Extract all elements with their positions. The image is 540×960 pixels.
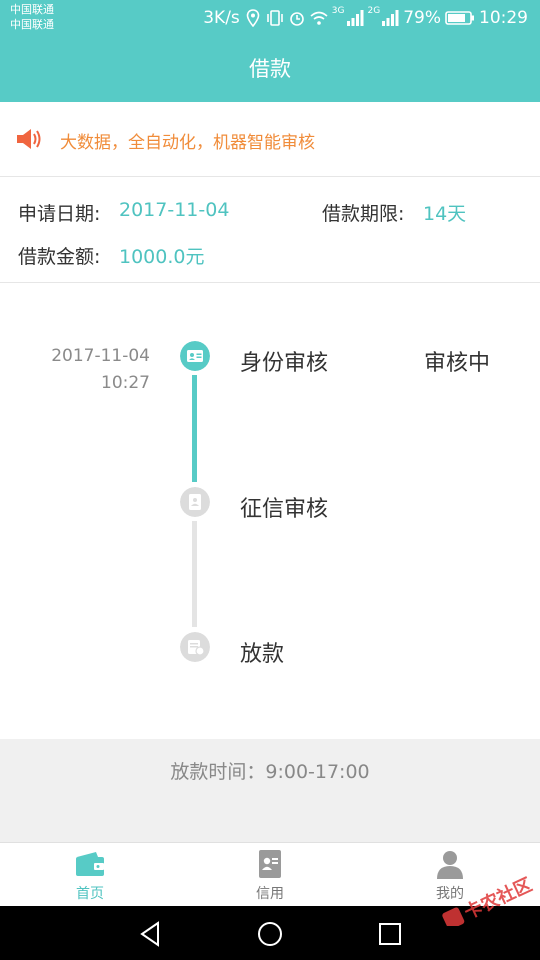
location-icon <box>246 9 260 27</box>
tab-home[interactable]: 首页 <box>0 843 180 907</box>
id-card-icon <box>180 341 210 371</box>
disbursement-hours: 放款时间：9:00-17:00 <box>0 739 540 842</box>
recents-icon[interactable] <box>375 919 405 949</box>
step-1-status: 审核中 <box>424 351 491 376</box>
loan-disburse-icon <box>180 632 210 662</box>
watermark-logo: 卡农社区 <box>442 873 536 930</box>
signal-2-label: 2G <box>367 6 381 16</box>
carrier-1: 中国联通 <box>10 3 54 16</box>
term-label: 借款期限: <box>322 203 405 225</box>
credit-report-icon <box>180 487 210 517</box>
watermark-text: 卡农社区 <box>461 876 536 924</box>
term-value: 14天 <box>423 203 467 225</box>
tab-home-label: 首页 <box>76 886 104 902</box>
battery-icon <box>445 11 474 25</box>
step-1-time: 10:27 <box>101 373 150 393</box>
back-icon[interactable] <box>136 919 166 949</box>
carrier-2: 中国联通 <box>10 18 54 31</box>
community-watermark: 卡农社区 <box>436 873 536 930</box>
notice-banner: 大数据，全自动化，机器智能审核 <box>0 102 540 177</box>
step-1-title: 身份审核 <box>240 351 329 376</box>
notice-text: 大数据，全自动化，机器智能审核 <box>60 133 315 153</box>
disbursement-hours-text: 放款时间：9:00-17:00 <box>170 761 370 783</box>
battery-percent: 79% <box>403 8 441 28</box>
loan-info: 申请日期: 2017-11-04 借款期限: 14天 借款金额: 1000.0元 <box>0 177 540 283</box>
page-title: 借款 <box>249 57 291 81</box>
tab-credit-label: 信用 <box>256 886 284 902</box>
review-timeline: 2017-11-04 10:27 身份审核 审核中 征信审核 放款 <box>0 283 540 739</box>
signal-1-label: 3G <box>331 6 345 16</box>
credit-doc-icon <box>259 850 281 878</box>
amount-label: 借款金额: <box>18 246 101 268</box>
step-2-title: 征信审核 <box>240 497 329 522</box>
amount-value: 1000.0元 <box>119 246 205 268</box>
apply-date-value: 2017-11-04 <box>119 199 230 221</box>
wallet-icon <box>76 852 104 876</box>
page-header: 借款 <box>0 36 540 102</box>
wifi-icon <box>310 11 328 25</box>
home-icon[interactable] <box>255 919 285 949</box>
signal-bars-2-icon <box>382 10 399 26</box>
network-speed: 3K/s <box>203 8 240 28</box>
progress-line-inactive <box>192 521 197 627</box>
alarm-icon <box>289 12 304 26</box>
step-3-title: 放款 <box>240 642 285 667</box>
status-bar: 中国联通 中国联通 3K/s 3G 2G 79% 10:29 <box>0 0 540 36</box>
vibrate-icon <box>266 10 283 26</box>
clock: 10:29 <box>479 8 528 28</box>
apply-date-label: 申请日期: <box>18 203 101 225</box>
signal-bars-icon <box>346 10 363 26</box>
step-1-date: 2017-11-04 <box>51 346 150 366</box>
progress-line-active <box>192 375 197 482</box>
tab-credit[interactable]: 信用 <box>180 843 360 907</box>
status-icons: 3K/s 3G 2G 79% 10:29 <box>203 6 528 30</box>
speaker-icon <box>17 129 41 149</box>
